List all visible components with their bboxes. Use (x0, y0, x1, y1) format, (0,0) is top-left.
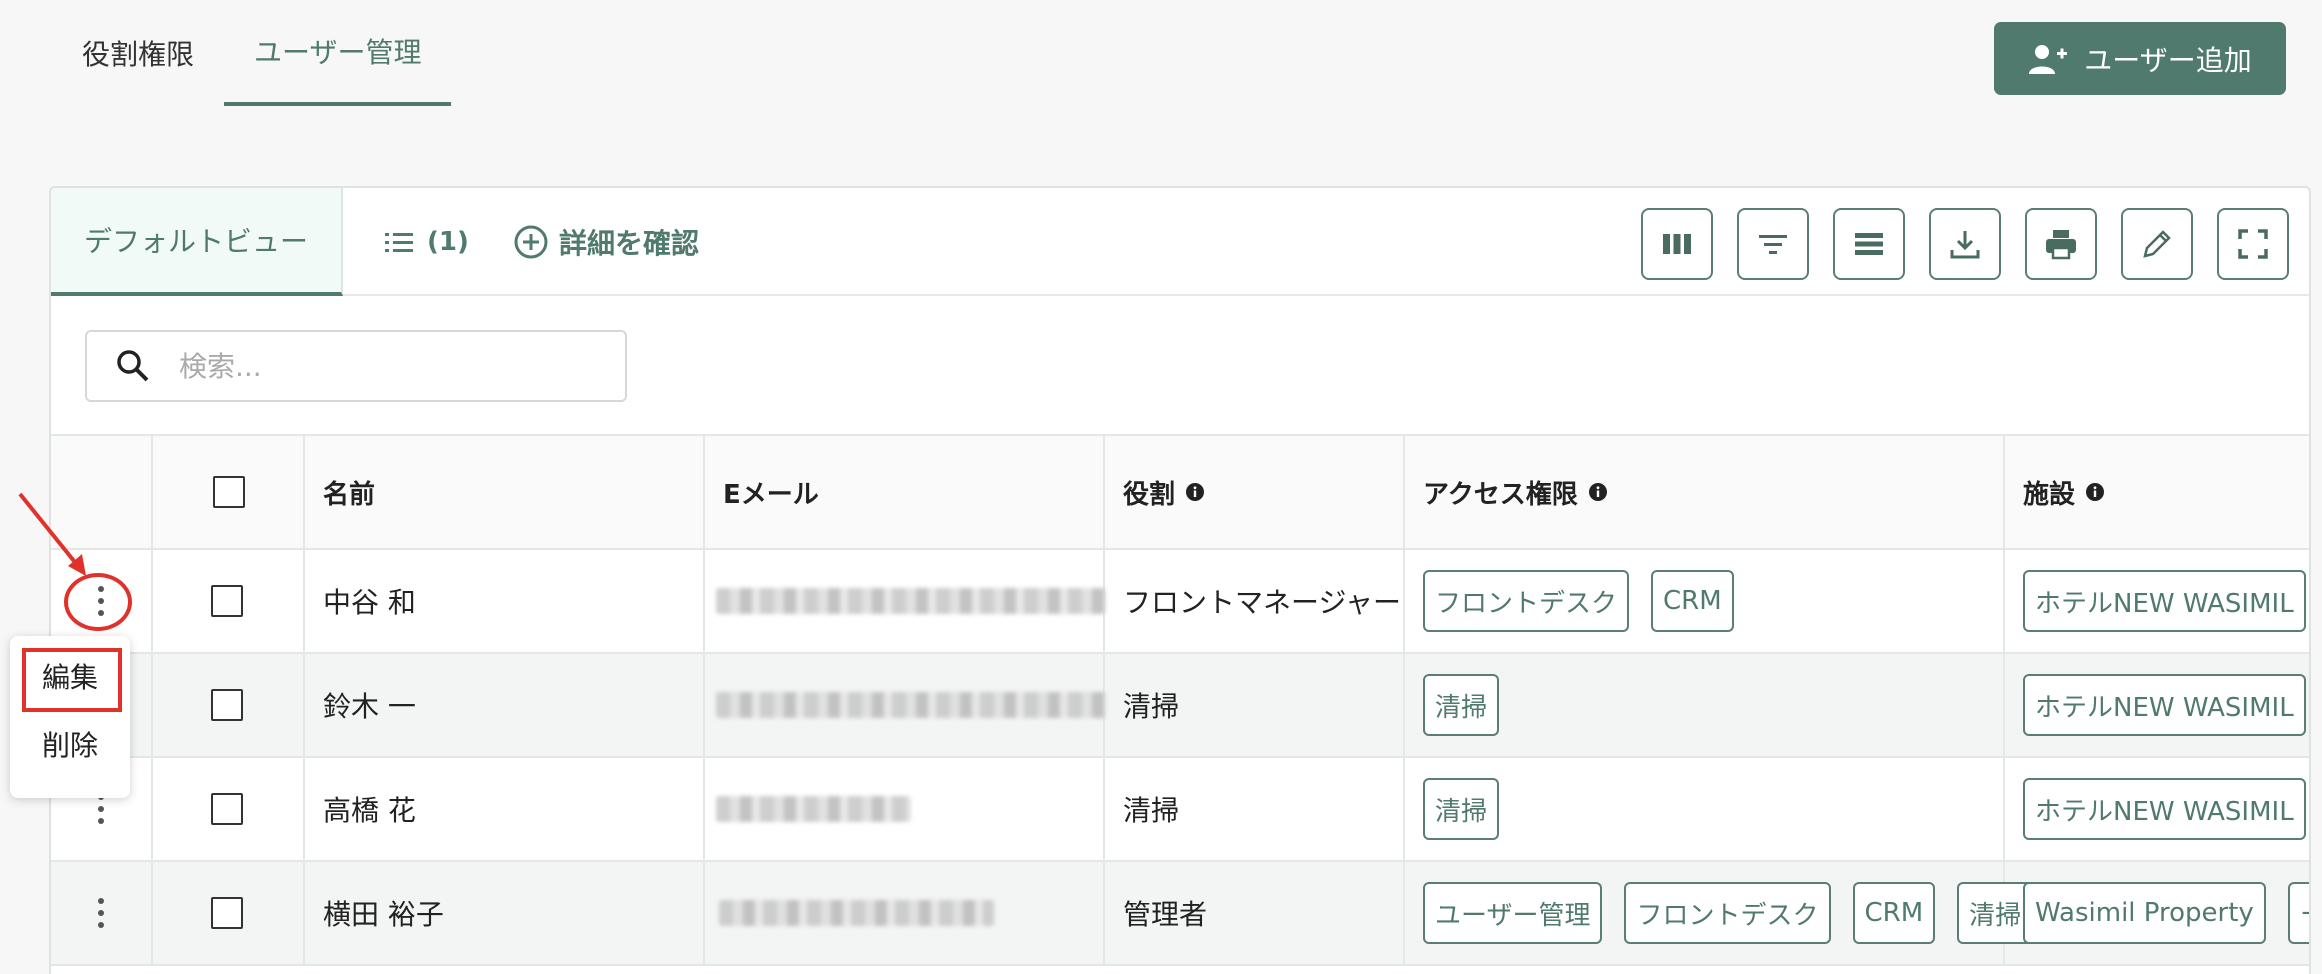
access-tag: フロントデスク (1624, 882, 1831, 944)
row-facility: ホテルNEW WASIMIL (2023, 654, 2309, 756)
row-role: 清掃 (1123, 690, 1180, 723)
info-icon (2086, 483, 2105, 501)
header-email[interactable]: Eメール (723, 436, 819, 548)
print-icon (2046, 230, 2076, 260)
row-facility: Wasimil Property +7 (2023, 862, 2309, 964)
delete-menu-item[interactable]: 削除 (10, 714, 130, 774)
header-role[interactable]: 役割 (1123, 436, 1205, 548)
table-row: 鈴木 一 清掃 清掃 ホテルNEW WASIMIL (51, 654, 2309, 758)
access-tag: 清掃 (1957, 882, 2034, 944)
table-row: 高橋 花 清掃 清掃 ホテルNEW WASIMIL (51, 758, 2309, 862)
view-details-label: 詳細を確認 (559, 227, 700, 260)
table-row: 横田 裕子 管理者 ユーザー管理 フロントデスク CRM 清掃 Wasimil … (51, 862, 2309, 966)
row-checkbox[interactable] (211, 793, 243, 825)
plus-circle-icon (514, 225, 548, 259)
info-icon (1588, 483, 1607, 501)
row-access: 清掃 (1423, 758, 1521, 860)
row-actions-kebab-icon[interactable] (96, 898, 106, 928)
facility-tag: Wasimil Property (2023, 882, 2266, 944)
access-tag: CRM (1651, 570, 1734, 632)
row-role: 管理者 (1123, 898, 1208, 931)
fullscreen-icon (2238, 229, 2268, 259)
row-role: フロントマネージャー (1123, 586, 1402, 619)
row-role: 清掃 (1123, 794, 1180, 827)
row-access: フロントデスク CRM (1423, 550, 1756, 652)
filter-button[interactable] (1737, 208, 1809, 280)
download-button[interactable] (1929, 208, 2001, 280)
list-icon (385, 233, 413, 252)
row-name: 高橋 花 (323, 794, 416, 827)
print-button[interactable] (2025, 208, 2097, 280)
row-checkbox[interactable] (211, 585, 243, 617)
search-box (85, 330, 627, 402)
facility-tag: ホテルNEW WASIMIL (2023, 570, 2306, 632)
row-checkbox[interactable] (211, 897, 243, 929)
row-name: 横田 裕子 (323, 898, 444, 931)
header-facility[interactable]: 施設 (2023, 436, 2105, 548)
row-access: 清掃 (1423, 654, 1521, 756)
header-name[interactable]: 名前 (323, 436, 375, 548)
fullscreen-button[interactable] (2217, 208, 2289, 280)
facility-more-tag[interactable]: +7 (2287, 882, 2309, 944)
filter-icon (1759, 235, 1787, 254)
search-input[interactable] (179, 349, 579, 383)
row-checkbox[interactable] (211, 689, 243, 721)
download-icon (1950, 231, 1980, 259)
edit-icon (2143, 230, 2171, 258)
table-toolbar: デフォルトビュー (1) 詳細を確認 (51, 188, 2309, 296)
access-tag: 清掃 (1423, 674, 1500, 736)
email-redacted (719, 900, 994, 926)
info-icon (1186, 483, 1205, 501)
table-row: 中谷 和 フロントマネージャー フロントデスク CRM ホテルNEW WASIM… (51, 550, 2309, 654)
access-tag: CRM (1852, 882, 1936, 944)
view-count: (1) (427, 227, 469, 257)
user-table-card: デフォルトビュー (1) 詳細を確認 検索... 名前 Eメール 役割 アクセス… (49, 186, 2311, 974)
tab-user-management[interactable]: ユーザー管理 (224, 0, 452, 106)
email-redacted (716, 588, 1106, 614)
row-name: 鈴木 一 (323, 690, 416, 723)
kebab-highlight (64, 573, 132, 631)
facility-tag: ホテルNEW WASIMIL (2023, 674, 2306, 736)
columns-button[interactable] (1641, 208, 1713, 280)
header-access[interactable]: アクセス権限 (1423, 436, 1608, 548)
add-user-button[interactable]: ユーザー追加 (1994, 22, 2286, 95)
access-tag: ユーザー管理 (1423, 882, 1603, 944)
select-all-checkbox[interactable] (213, 476, 245, 508)
add-user-label: ユーザー追加 (2084, 44, 2252, 76)
add-user-icon (2029, 44, 2068, 74)
view-list-button[interactable]: (1) (385, 222, 469, 262)
row-name: 中谷 和 (323, 586, 416, 619)
row-facility: ホテルNEW WASIMIL (2023, 550, 2309, 652)
access-tag: 清掃 (1423, 778, 1500, 840)
density-button[interactable] (1833, 208, 1905, 280)
facility-tag: ホテルNEW WASIMIL (2023, 778, 2306, 840)
default-view-tab[interactable]: デフォルトビュー (51, 188, 343, 296)
access-tag: フロントデスク (1423, 570, 1630, 632)
columns-icon (1663, 234, 1691, 254)
email-redacted (716, 796, 911, 822)
top-tabs: 役割権限 ユーザー管理 (52, 0, 452, 108)
search-icon (117, 350, 149, 382)
pointer-arrow-icon (18, 492, 86, 576)
edit-highlight (22, 648, 122, 712)
tab-role-permissions[interactable]: 役割権限 (52, 0, 224, 106)
row-actions-kebab-icon[interactable] (96, 794, 106, 824)
density-icon (1855, 233, 1883, 255)
edit-button[interactable] (2121, 208, 2193, 280)
row-facility: ホテルNEW WASIMIL (2023, 758, 2309, 860)
email-redacted (716, 692, 1106, 718)
row-access: ユーザー管理 フロントデスク CRM 清掃 (1423, 862, 2055, 964)
view-details-button[interactable]: 詳細を確認 (513, 220, 699, 264)
table-header: 名前 Eメール 役割 アクセス権限 施設 (51, 434, 2309, 550)
